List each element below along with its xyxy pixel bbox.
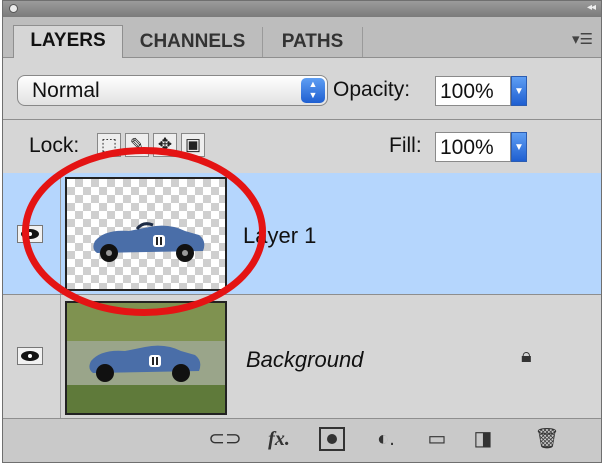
layers-footer-toolbar: ⊂⊃ fx. ◐. ▭ ◨ 🗑︎ xyxy=(3,418,601,462)
layer-thumbnail xyxy=(65,301,227,415)
lock-label: Lock: xyxy=(29,134,80,157)
eye-icon[interactable] xyxy=(17,347,43,365)
collapse-panel-icon[interactable]: ◂◂ xyxy=(587,2,596,13)
close-panel-icon[interactable] xyxy=(9,4,18,13)
fx-layer-style-icon[interactable]: fx. xyxy=(261,427,297,451)
layer-mask-icon[interactable] xyxy=(319,427,345,451)
tab-channels[interactable]: CHANNELS xyxy=(123,27,263,57)
panel-menu-icon[interactable]: ▾☰ xyxy=(572,30,593,48)
panel-titlebar: ◂◂ xyxy=(3,1,601,18)
new-group-icon[interactable]: ▭ xyxy=(423,427,451,451)
fill-input[interactable]: 100% xyxy=(435,132,511,162)
blend-mode-select[interactable]: Normal ▲ ▼ xyxy=(17,75,328,106)
panel-tabs: LAYERS CHANNELS PATHS ▾☰ xyxy=(3,17,601,58)
select-arrows-icon: ▲ ▼ xyxy=(301,78,325,103)
tab-layers[interactable]: LAYERS xyxy=(13,25,123,58)
divider xyxy=(3,119,601,120)
opacity-dropdown-arrow-icon[interactable]: ▼ xyxy=(511,76,527,106)
layer-name[interactable]: Background xyxy=(246,347,363,373)
tab-paths[interactable]: PATHS xyxy=(263,27,363,57)
race-track-photo-icon xyxy=(67,303,225,413)
fill-dropdown-arrow-icon[interactable]: ▼ xyxy=(511,132,527,162)
layer-row-background[interactable]: Background 🔒︎ xyxy=(3,295,601,419)
layer-locked-icon: 🔒︎ xyxy=(521,345,532,367)
blend-mode-value: Normal xyxy=(32,79,100,102)
fill-label: Fill: xyxy=(389,134,422,157)
opacity-input[interactable]: 100% xyxy=(435,76,511,106)
delete-layer-icon[interactable]: 🗑︎ xyxy=(533,427,561,451)
visibility-cell[interactable] xyxy=(3,295,61,419)
new-layer-icon[interactable]: ◨ xyxy=(469,427,497,451)
link-layers-icon[interactable]: ⊂⊃ xyxy=(207,427,243,451)
annotation-circle xyxy=(22,147,266,316)
opacity-label: Opacity: xyxy=(333,78,411,101)
adjustment-layer-icon[interactable]: ◐. xyxy=(371,427,401,451)
